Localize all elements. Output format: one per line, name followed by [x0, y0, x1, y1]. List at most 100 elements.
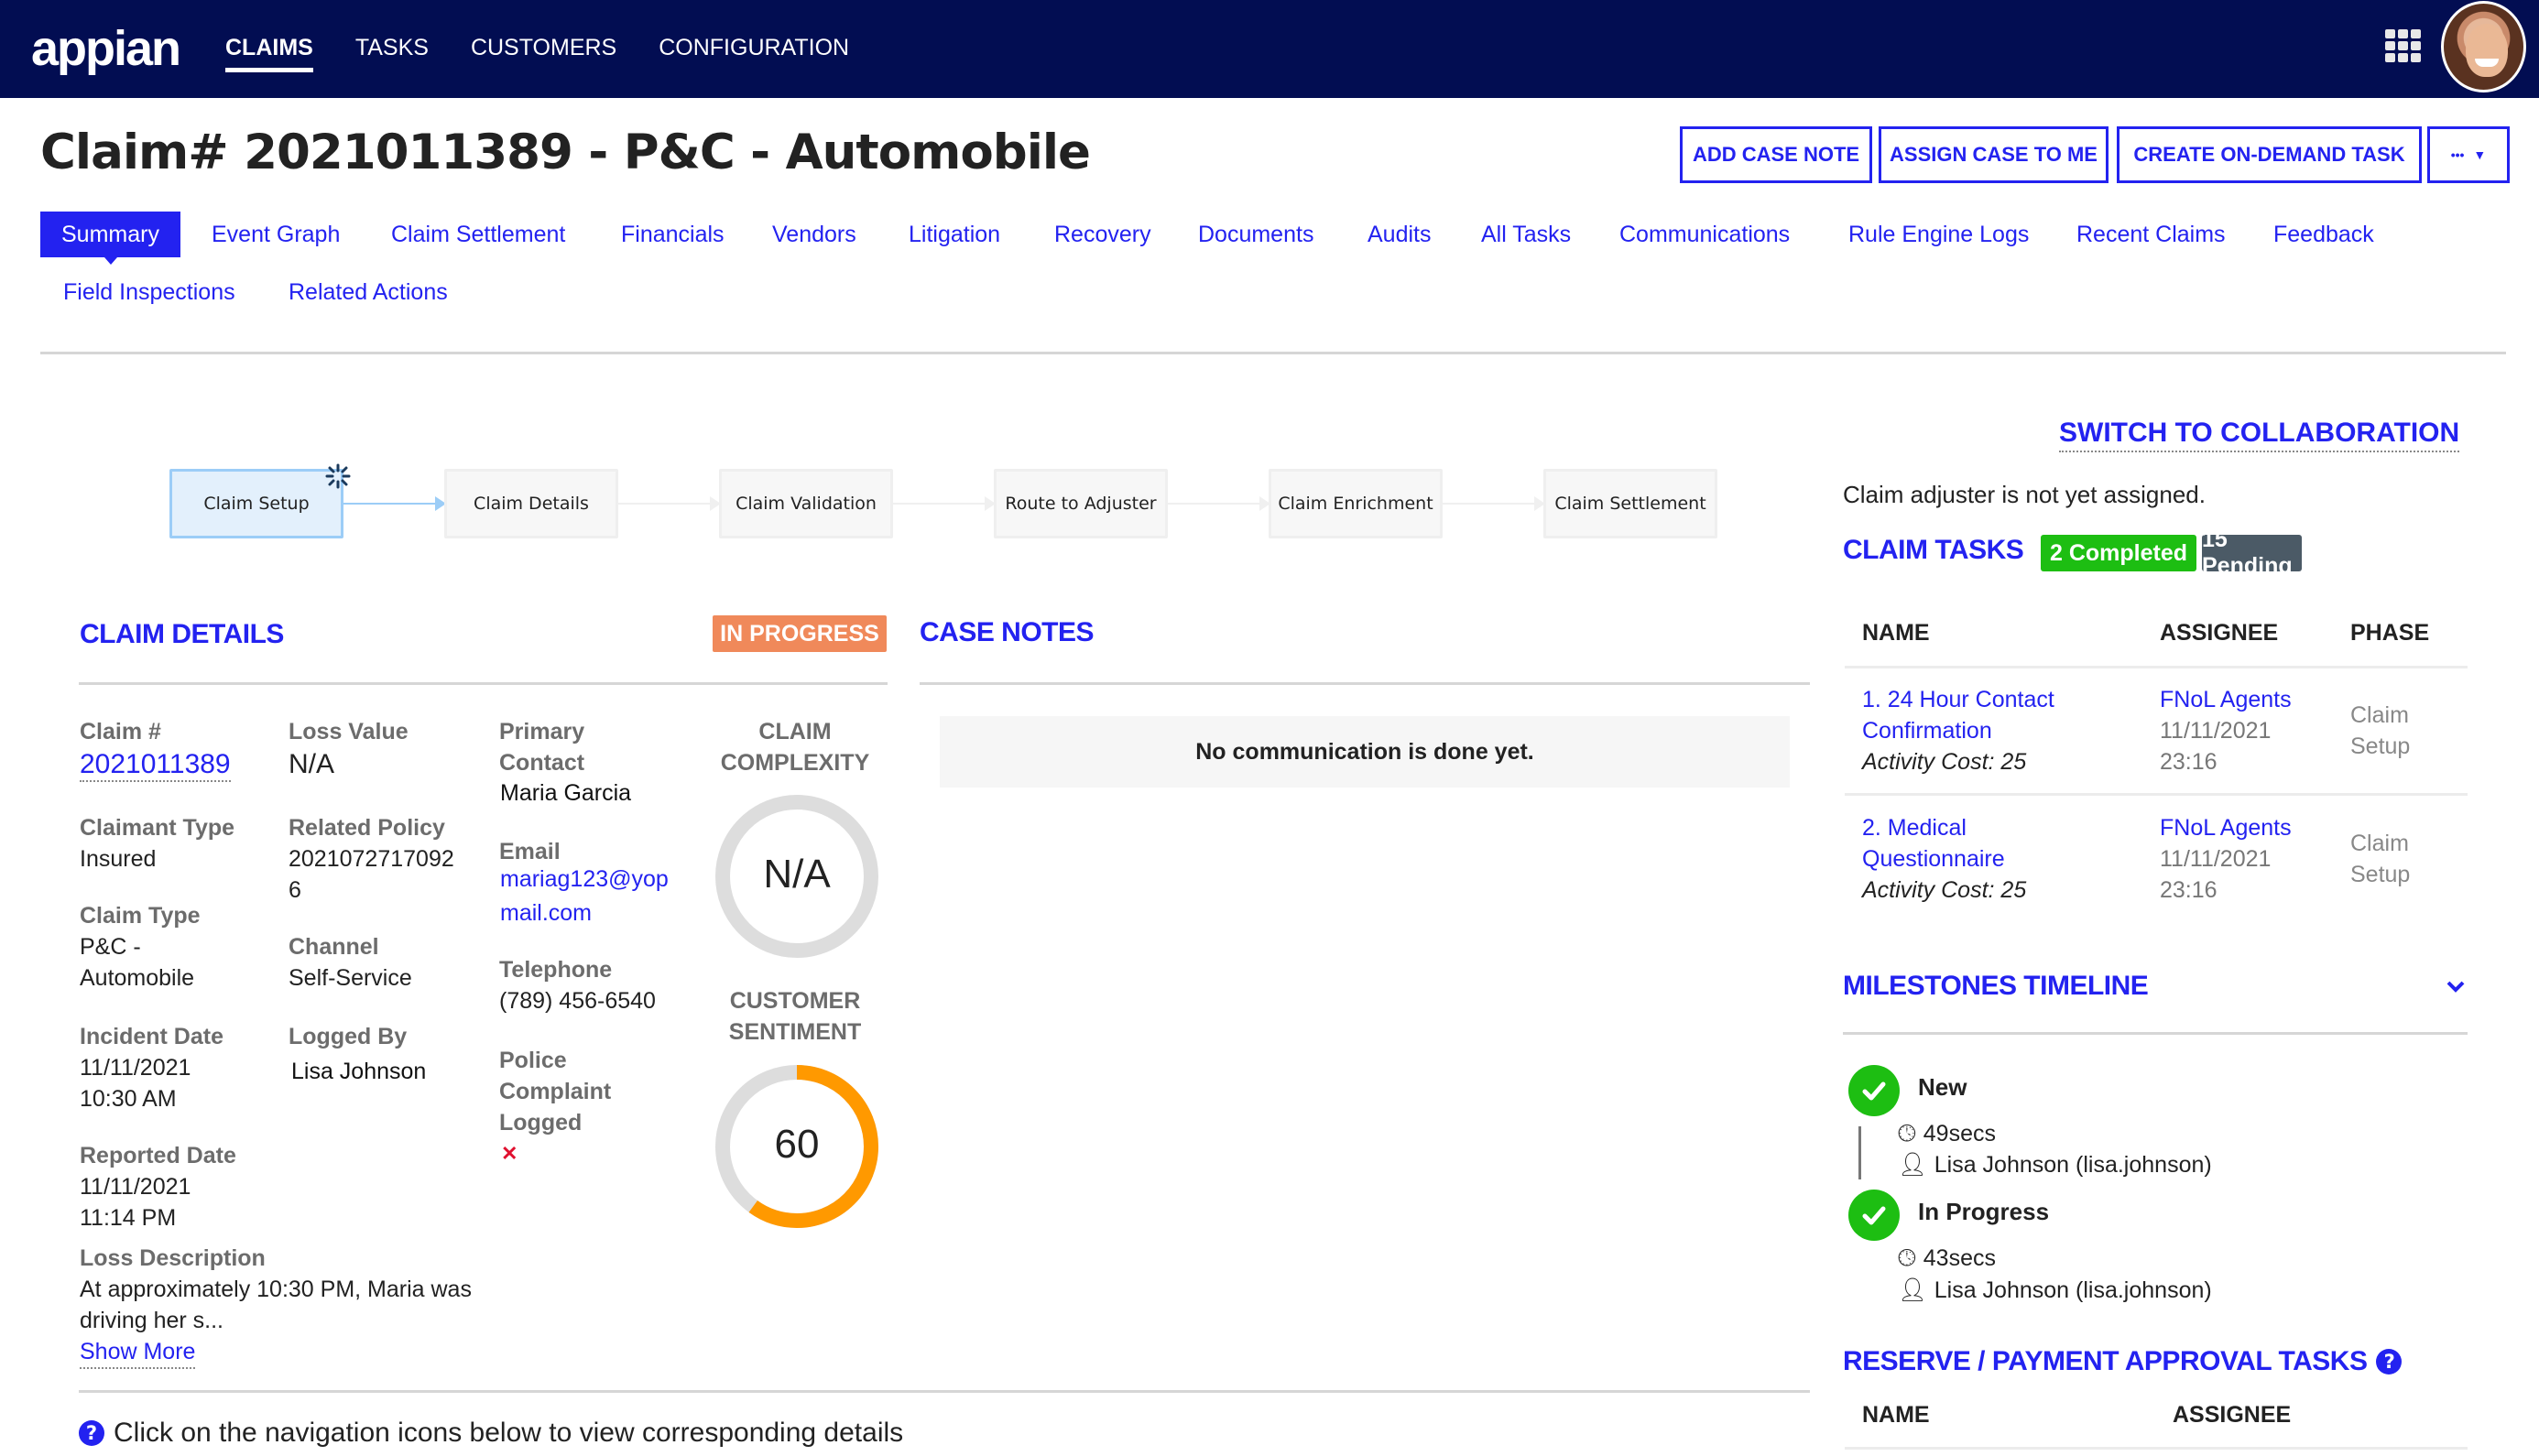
tab-communications[interactable]: Communications — [1598, 212, 1811, 257]
milestone-user: 👤︎ Lisa Johnson (lisa.johnson) — [1898, 1277, 2212, 1304]
email-link-line1[interactable]: mariag123@yop — [500, 864, 669, 895]
tab-feedback[interactable]: Feedback — [2252, 212, 2395, 257]
task-assignee-link[interactable]: FNoL Agents — [2160, 812, 2292, 843]
tab-related-actions[interactable]: Related Actions — [267, 269, 469, 315]
reported-time-value: 11:14 PM — [80, 1205, 177, 1231]
top-navigation-bar: appian CLAIMS TASKS CUSTOMERS CONFIGURAT… — [0, 0, 2539, 98]
task-date: 11/11/2021 — [2160, 846, 2272, 872]
flow-step-claim-enrichment[interactable]: Claim Enrichment — [1269, 469, 1443, 538]
flow-step-claim-details[interactable]: Claim Details — [444, 469, 618, 538]
milestone-duration: 🕓︎ 49secs — [1898, 1121, 1996, 1147]
flow-arrow — [343, 496, 446, 511]
flow-arrow — [893, 496, 996, 511]
email-label: Email — [499, 839, 561, 864]
milestone-title: New — [1918, 1073, 1967, 1101]
task-date: 11/11/2021 — [2160, 718, 2272, 744]
claim-type-value-line1: P&C - — [80, 934, 141, 960]
nav-customers[interactable]: CUSTOMERS — [471, 0, 616, 98]
loading-spinner-icon — [325, 463, 351, 489]
help-question-icon[interactable]: ? — [2376, 1349, 2403, 1375]
flow-step-claim-setup[interactable]: Claim Setup — [169, 469, 343, 538]
complexity-title-line2: COMPLEXITY — [720, 750, 870, 776]
police-complaint-label-line1: Police — [499, 1048, 567, 1073]
flow-step-route-to-adjuster[interactable]: Route to Adjuster — [994, 469, 1168, 538]
tab-event-graph[interactable]: Event Graph — [191, 212, 361, 257]
col-header-assignee[interactable]: ASSIGNEE — [2160, 620, 2278, 647]
tab-financials[interactable]: Financials — [600, 212, 746, 257]
tab-all-tasks[interactable]: All Tasks — [1460, 212, 1592, 257]
incident-date-value: 11/11/2021 — [80, 1055, 191, 1081]
add-case-note-button[interactable]: ADD CASE NOTE — [1680, 126, 1872, 183]
nav-tasks[interactable]: TASKS — [355, 0, 429, 98]
table-divider — [1845, 1447, 2468, 1450]
col-header-phase[interactable]: PHASE — [2350, 620, 2429, 647]
page-title: Claim# 2021011389 - P&C - Automobile — [40, 125, 1091, 180]
task-name-link[interactable]: 2. Medical — [1862, 812, 1967, 843]
appian-logo[interactable]: appian — [31, 20, 181, 77]
table-divider — [1845, 666, 2468, 668]
more-actions-dropdown[interactable]: ••• ▼ — [2427, 126, 2510, 183]
col-header-assignee[interactable]: ASSIGNEE — [2173, 1402, 2291, 1429]
help-question-icon: ? — [79, 1420, 104, 1446]
channel-label: Channel — [289, 934, 379, 960]
loss-value: N/A — [289, 749, 335, 779]
task-activity-cost: Activity Cost: 25 — [1862, 877, 2027, 903]
email-link-line2[interactable]: mail.com — [500, 897, 592, 929]
claim-complexity-value: N/A — [763, 852, 831, 896]
logged-by-value: Lisa Johnson — [291, 1059, 427, 1084]
tab-documents[interactable]: Documents — [1177, 212, 1335, 257]
tab-rule-engine-logs[interactable]: Rule Engine Logs — [1827, 212, 2050, 257]
tab-recent-claims[interactable]: Recent Claims — [2055, 212, 2247, 257]
pending-count-badge: 15 Pending — [2202, 527, 2302, 579]
task-name-link-cont[interactable]: Confirmation — [1862, 715, 1992, 746]
tab-vendors[interactable]: Vendors — [751, 212, 877, 257]
tab-claim-settlement[interactable]: Claim Settlement — [370, 212, 586, 257]
caret-down-icon: ▼ — [2473, 147, 2487, 162]
switch-to-collaboration-link[interactable]: SWITCH TO COLLABORATION — [2059, 418, 2460, 452]
tab-recovery[interactable]: Recovery — [1033, 212, 1172, 257]
tab-field-inspections[interactable]: Field Inspections — [42, 269, 256, 315]
primary-contact-value: Maria Garcia — [500, 780, 632, 806]
claim-number-link[interactable]: 2021011389 — [80, 749, 231, 782]
col-header-name[interactable]: NAME — [1862, 1402, 1930, 1429]
task-phase-line2: Setup — [2350, 862, 2411, 887]
assign-case-to-me-button[interactable]: ASSIGN CASE TO ME — [1879, 126, 2109, 183]
tab-litigation[interactable]: Litigation — [888, 212, 1021, 257]
more-dots-icon: ••• — [2450, 147, 2465, 162]
task-name-link-cont[interactable]: Questionnaire — [1862, 843, 2005, 875]
milestones-divider — [1843, 1032, 2468, 1035]
col-header-name[interactable]: NAME — [1862, 620, 1930, 647]
related-policy-line2: 6 — [289, 877, 301, 903]
tab-audits[interactable]: Audits — [1346, 212, 1452, 257]
user-avatar[interactable] — [2441, 1, 2526, 92]
nav-configuration[interactable]: CONFIGURATION — [659, 0, 849, 98]
nav-claims[interactable]: CLAIMS — [225, 0, 313, 98]
flow-step-claim-validation[interactable]: Claim Validation — [719, 469, 893, 538]
primary-contact-label-line2: Contact — [499, 750, 585, 776]
navigation-help-text: ? Click on the navigation icons below to… — [79, 1418, 903, 1449]
tabs-divider — [40, 352, 2506, 354]
claim-type-label: Claim Type — [80, 903, 201, 929]
milestone-user: 👤︎ Lisa Johnson (lisa.johnson) — [1898, 1152, 2212, 1179]
milestones-heading: MILESTONES TIMELINE — [1843, 971, 2149, 1001]
loss-value-label: Loss Value — [289, 719, 409, 744]
status-badge: IN PROGRESS — [713, 615, 887, 652]
task-name-link[interactable]: 1. 24 Hour Contact — [1862, 684, 2054, 715]
flow-arrow — [618, 496, 721, 511]
milestone-complete-check-icon — [1848, 1190, 1900, 1241]
flow-step-claim-settlement[interactable]: Claim Settlement — [1543, 469, 1717, 538]
police-complaint-no-icon: ✕ — [501, 1142, 518, 1165]
claim-number-label: Claim # — [80, 719, 161, 744]
create-on-demand-task-button[interactable]: CREATE ON-DEMAND TASK — [2117, 126, 2422, 183]
sentiment-title-line1: CUSTOMER — [729, 988, 861, 1014]
chevron-down-icon[interactable] — [2446, 976, 2466, 996]
app-launcher-grid-icon[interactable] — [2385, 29, 2422, 64]
show-more-link[interactable]: Show More — [80, 1336, 196, 1369]
customer-sentiment-value: 60 — [774, 1122, 820, 1167]
task-assignee-link[interactable]: FNoL Agents — [2160, 684, 2292, 715]
reported-date-value: 11/11/2021 — [80, 1174, 191, 1200]
tab-summary[interactable]: Summary — [40, 212, 180, 265]
case-notes-heading: CASE NOTES — [920, 617, 1095, 647]
task-activity-cost: Activity Cost: 25 — [1862, 749, 2027, 775]
clock-icon: 🕓︎ — [1898, 1245, 1916, 1271]
